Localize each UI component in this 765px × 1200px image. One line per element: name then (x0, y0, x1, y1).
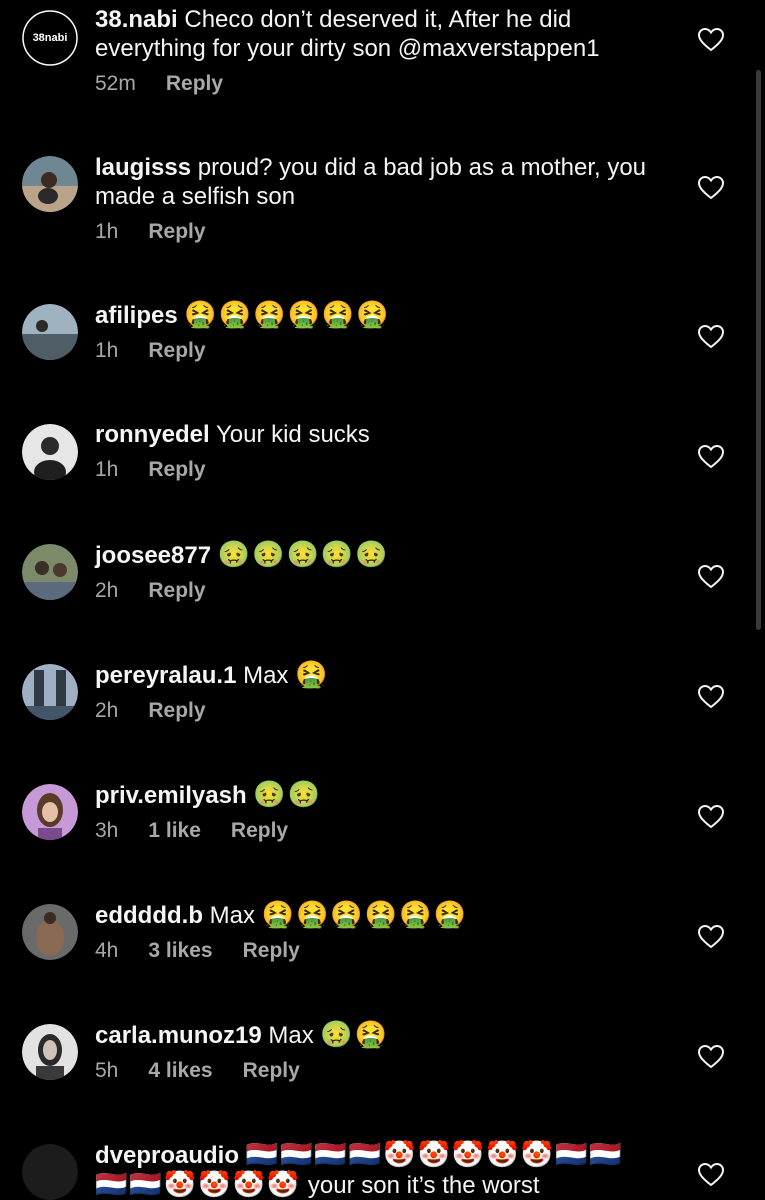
likes-count[interactable]: 1 like (148, 819, 201, 843)
heart-outline-icon[interactable] (698, 685, 724, 709)
timestamp: 4h (95, 939, 119, 962)
comment-text: carla.munoz19 Max 🤢🤮 (95, 1020, 685, 1050)
comment-meta: 2h Reply (95, 579, 685, 603)
likes-count[interactable]: 4 likes (148, 1059, 212, 1083)
heart-outline-icon[interactable] (698, 445, 724, 469)
username[interactable]: eddddd.b (95, 902, 203, 929)
comment-text: pereyralau.1 Max 🤮 (95, 660, 685, 690)
comment-meta: 5h 4 likes Reply (95, 1059, 685, 1083)
avatar[interactable] (22, 664, 78, 720)
reply-button[interactable]: Reply (166, 72, 223, 96)
avatar[interactable] (22, 424, 78, 480)
heart-outline-icon[interactable] (698, 1163, 724, 1187)
avatar[interactable] (22, 544, 78, 600)
timestamp: 2h (95, 579, 119, 602)
comment-meta: 52m Reply (95, 72, 685, 96)
avatar[interactable]: 38nabi (22, 10, 78, 66)
reply-button[interactable]: Reply (243, 939, 300, 963)
comment-emoji: 🤮🤮🤮🤮🤮🤮 (184, 299, 391, 329)
reply-button[interactable]: Reply (148, 339, 205, 363)
comment-text: afilipes 🤮🤮🤮🤮🤮🤮 (95, 300, 685, 330)
svg-text:38nabi: 38nabi (33, 32, 68, 44)
comment-emoji: 🤢🤢🤢🤢🤢 (217, 539, 390, 569)
comment-body: Max (243, 662, 289, 689)
comment-meta: 3h 1 like Reply (95, 819, 685, 843)
timestamp: 1h (95, 220, 119, 243)
username[interactable]: afilipes (95, 302, 178, 329)
reply-button[interactable]: Reply (148, 220, 205, 244)
timestamp: 1h (95, 339, 119, 362)
heart-outline-icon[interactable] (698, 565, 724, 589)
username[interactable]: pereyralau.1 (95, 662, 236, 689)
comment-emoji: 🤢🤢 (253, 779, 323, 809)
heart-outline-icon[interactable] (698, 176, 724, 200)
comment-body: Your kid sucks (215, 421, 370, 448)
comment-text: priv.emilyash 🤢🤢 (95, 780, 685, 810)
username[interactable]: 38.nabi (95, 6, 178, 33)
comment-body: your son it’s the worst (307, 1172, 540, 1199)
comment-meta: 4h 3 likes Reply (95, 939, 685, 963)
username[interactable]: dvepro​audio (95, 1142, 239, 1169)
heart-outline-icon[interactable] (698, 325, 724, 349)
reply-button[interactable]: Reply (243, 1059, 300, 1083)
likes-count[interactable]: 3 likes (148, 939, 212, 963)
comment-text: 38.nabi Checo don’t deserved it, After h… (95, 5, 685, 63)
comment-meta: 1h Reply (95, 458, 685, 482)
timestamp: 1h (95, 458, 119, 481)
avatar[interactable] (22, 1024, 78, 1080)
username[interactable]: joosee877 (95, 542, 211, 569)
heart-outline-icon[interactable] (698, 925, 724, 949)
timestamp: 3h (95, 819, 119, 842)
timestamp: 52m (95, 72, 136, 95)
avatar[interactable] (22, 904, 78, 960)
comment-emoji: 🇳🇱🇳🇱🤡🤡🤡🤡 (95, 1169, 302, 1199)
comment-body: Max (268, 1022, 314, 1049)
username[interactable]: carla.munoz19 (95, 1022, 262, 1049)
heart-outline-icon[interactable] (698, 28, 724, 52)
comment-meta: 1h Reply (95, 339, 685, 363)
comment-emoji: 🤮🤮🤮🤮🤮🤮 (261, 899, 468, 929)
scrollbar[interactable] (756, 70, 761, 630)
comment-text: joosee877 🤢🤢🤢🤢🤢 (95, 540, 685, 570)
comment-body: Max (209, 902, 255, 929)
comment-text: ronnyedel Your kid sucks (95, 420, 685, 449)
avatar[interactable] (22, 156, 78, 212)
timestamp: 2h (95, 699, 119, 722)
comment-meta: 2h Reply (95, 699, 685, 723)
timestamp: 5h (95, 1059, 119, 1082)
avatar[interactable] (22, 784, 78, 840)
reply-button[interactable]: Reply (148, 699, 205, 723)
username[interactable]: priv.emilyash (95, 782, 247, 809)
avatar[interactable] (22, 304, 78, 360)
comment-text: laugisss proud? you did a bad job as a m… (95, 153, 685, 211)
heart-outline-icon[interactable] (698, 1045, 724, 1069)
comment-text: dvepro​audio 🇳🇱🇳🇱🇳🇱🇳🇱🤡🤡🤡🤡🤡🇳🇱🇳🇱 🇳🇱🇳🇱🤡🤡🤡🤡 … (95, 1140, 685, 1200)
reply-button[interactable]: Reply (231, 819, 288, 843)
heart-outline-icon[interactable] (698, 805, 724, 829)
comment-meta: 1h Reply (95, 220, 685, 244)
username[interactable]: laugisss (95, 154, 191, 181)
reply-button[interactable]: Reply (148, 458, 205, 482)
comment-emoji: 🇳🇱🇳🇱🇳🇱🇳🇱🤡🤡🤡🤡🤡🇳🇱🇳🇱 (245, 1139, 624, 1169)
comment-text: eddddd.b Max 🤮🤮🤮🤮🤮🤮 (95, 900, 685, 930)
avatar[interactable] (22, 1144, 78, 1200)
comment-emoji: 🤢🤮 (320, 1019, 390, 1049)
comment-emoji: 🤮 (295, 659, 330, 689)
reply-button[interactable]: Reply (148, 579, 205, 603)
username[interactable]: ronnyedel (95, 421, 210, 448)
